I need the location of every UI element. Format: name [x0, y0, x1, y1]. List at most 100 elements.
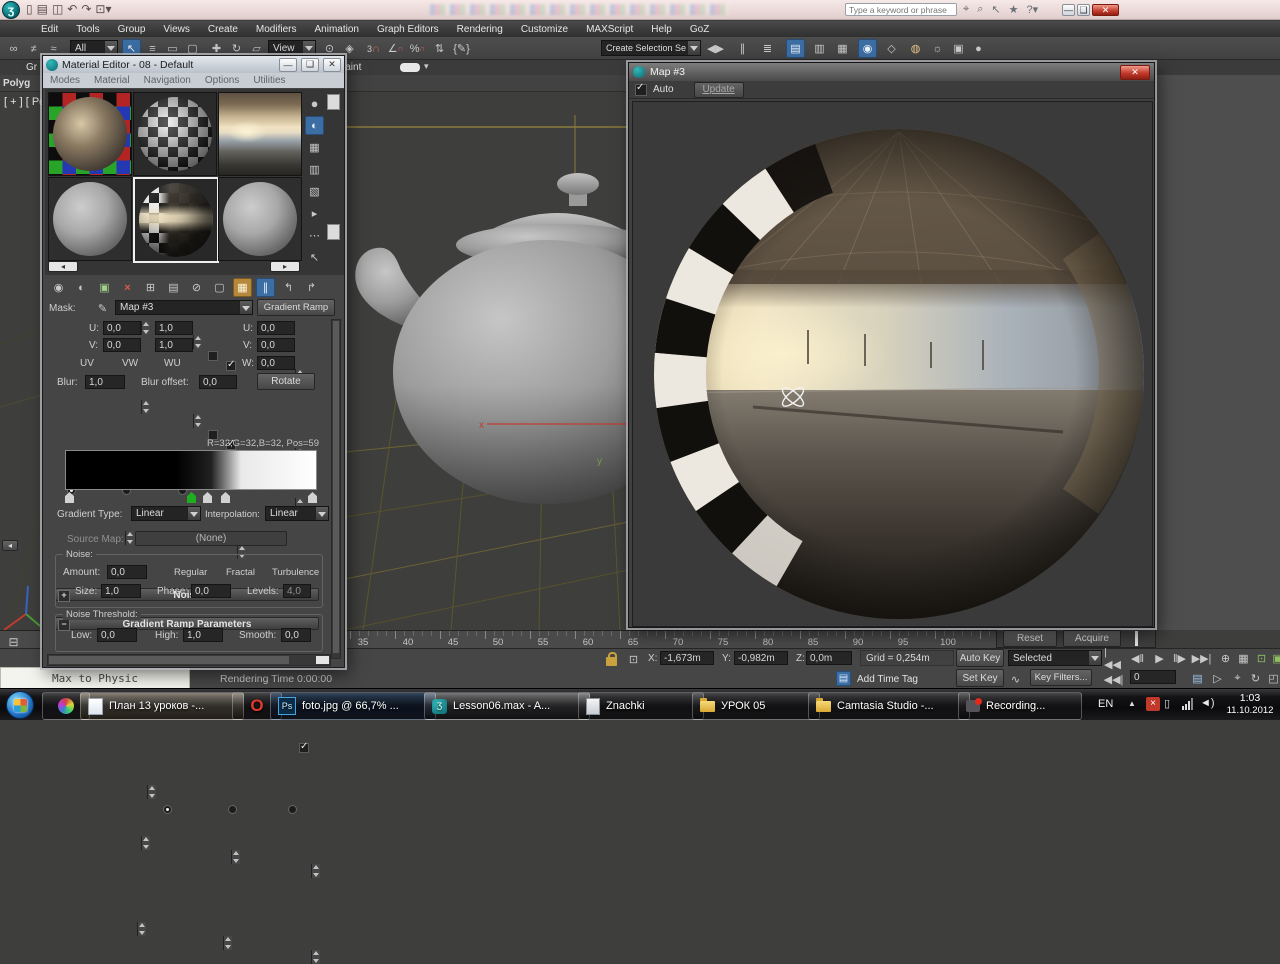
scrollbar-end-block[interactable]	[316, 656, 329, 664]
spinner[interactable]	[141, 400, 150, 414]
fractal-radio[interactable]	[228, 805, 238, 814]
dropdown-arrow-icon[interactable]	[104, 41, 117, 55]
spinner[interactable]	[311, 864, 320, 878]
rotate-button[interactable]: Rotate	[257, 373, 315, 390]
absolute-mode-icon[interactable]: ⊡	[624, 650, 643, 669]
make-preview-icon[interactable]: ▸	[305, 204, 324, 223]
menu-views[interactable]: Views	[154, 23, 199, 36]
high-field[interactable]: 1,0	[183, 628, 223, 642]
update-button[interactable]: Update	[693, 81, 744, 98]
previous-frame-icon[interactable]: ◀‖	[1128, 649, 1147, 668]
spinner[interactable]	[231, 850, 240, 864]
align-icon[interactable]: ∥	[733, 39, 752, 58]
toggle-ribbon-icon[interactable]: ▦	[833, 39, 852, 58]
selection-lock-icon[interactable]	[606, 652, 617, 666]
spinner[interactable]	[193, 414, 202, 428]
spinner[interactable]	[125, 531, 134, 545]
selection-set-dropdown[interactable]: Selected	[1008, 650, 1102, 666]
sample-ui-scroll-up[interactable]	[327, 94, 340, 110]
u-angle-field[interactable]: 0,0	[257, 321, 295, 335]
phase-field[interactable]: 0,0	[191, 584, 231, 598]
manage-layers-icon[interactable]: ≣	[758, 39, 777, 58]
tray-clipboard-icon[interactable]: ▯	[1164, 697, 1170, 710]
acquire-button[interactable]: Acquire	[1063, 629, 1121, 647]
menu-goz[interactable]: GoZ	[681, 23, 718, 36]
tray-clock[interactable]: 1:03 11.10.2012	[1222, 692, 1278, 718]
time-tag-icon[interactable]: ▤	[836, 671, 851, 686]
sample-slot-1[interactable]	[48, 92, 132, 176]
percent-snap-icon[interactable]: % ∩	[408, 39, 427, 58]
ribbon-minimize-pill[interactable]	[400, 63, 420, 72]
interpolation-dropdown[interactable]: Linear	[265, 506, 329, 521]
go-to-end-icon[interactable]: ▶▶|	[1192, 649, 1212, 668]
pan-view-icon[interactable]: ⌖	[1228, 669, 1247, 688]
smooth-field[interactable]: 0,0	[281, 628, 311, 642]
maxscript-listener-icon[interactable]: {✎}	[452, 39, 471, 58]
assign-to-selection-icon[interactable]: ▣	[95, 278, 114, 297]
favorites-star-icon[interactable]: ★	[1009, 3, 1019, 16]
maximize-button[interactable]: ❑	[301, 57, 319, 72]
spinner[interactable]	[147, 785, 156, 799]
v-angle-field[interactable]: 0,0	[257, 338, 295, 352]
close-button[interactable]: ✕	[1120, 64, 1150, 80]
menu-modes[interactable]: Modes	[50, 75, 80, 86]
dropdown-arrow-icon[interactable]	[315, 507, 328, 520]
isolate-selection-icon[interactable]: ▷	[1208, 669, 1227, 688]
put-to-library-icon[interactable]: ▤	[164, 278, 183, 297]
toggle-scene-explorer-icon[interactable]: ▤	[786, 39, 805, 58]
source-map-checkbox[interactable]	[299, 741, 309, 753]
turbulence-radio[interactable]	[287, 805, 297, 814]
select-by-material-icon[interactable]: ↖	[305, 248, 324, 267]
spinner-snap-icon[interactable]: ⇅	[430, 39, 449, 58]
redo-icon[interactable]: ↷	[81, 2, 91, 16]
named-selection-sets-dropdown[interactable]: Create Selection Se	[601, 40, 701, 56]
material-id-channel-icon[interactable]: ⊘	[187, 278, 206, 297]
time-slider-handle[interactable]	[1135, 630, 1138, 646]
ribbon-pill-arrow-icon[interactable]: ▾	[424, 61, 429, 72]
map-window-titlebar[interactable]: Map #3 ✕	[629, 63, 1154, 81]
dropdown-arrow-icon[interactable]	[687, 41, 700, 55]
spinner[interactable]	[193, 335, 202, 349]
material-editor-titlebar[interactable]: Material Editor - 08 - Default — ❑ ✕	[43, 56, 344, 73]
go-to-parent-icon[interactable]: ↰	[279, 278, 298, 297]
max-to-physic-button[interactable]: Max to Physic	[0, 667, 190, 689]
map-preview-area[interactable]	[632, 101, 1153, 627]
auto-update-checkbox[interactable]	[635, 82, 647, 96]
set-key-button[interactable]: Set Key	[956, 669, 1004, 687]
undo-icon[interactable]: ↶	[67, 2, 77, 16]
reset-button[interactable]: Reset	[1003, 629, 1057, 647]
tray-antivirus-icon[interactable]: ×	[1146, 697, 1160, 711]
workspace-dropdown-icon[interactable]: ⊡▾	[95, 2, 111, 16]
get-material-icon[interactable]: ◉	[49, 278, 68, 297]
scrollbar-thumb[interactable]	[333, 321, 339, 653]
key-filters-curve-icon[interactable]: ∿	[1006, 670, 1025, 689]
gradient-marker[interactable]	[203, 492, 212, 503]
mirror-u-checkbox[interactable]	[208, 351, 218, 361]
z-coordinate-field[interactable]: 0,0m	[806, 651, 852, 665]
gradient-marker[interactable]	[221, 492, 230, 503]
taskbar-3dsmax-button[interactable]: ʒ Lesson06.max - A...	[424, 692, 590, 720]
current-frame-field[interactable]: 0	[1130, 670, 1176, 684]
material-editor-icon[interactable]: ◍	[906, 39, 925, 58]
make-unique-icon[interactable]: ⊞	[141, 278, 160, 297]
gradient-ramp-bar[interactable]	[65, 450, 317, 490]
slot-scroll-right-button[interactable]: ▸	[270, 261, 300, 272]
tray-language[interactable]: EN	[1098, 698, 1113, 710]
menu-graph-editors[interactable]: Graph Editors	[368, 23, 448, 36]
source-map-button[interactable]: (None)	[135, 531, 287, 546]
menu-modifiers[interactable]: Modifiers	[247, 23, 306, 36]
schematic-view-icon[interactable]: ◇	[882, 39, 901, 58]
unlink-selection-icon[interactable]: ≠	[24, 39, 43, 58]
options-icon[interactable]: ⋯	[305, 226, 324, 245]
go-forward-to-sibling-icon[interactable]: ↱	[302, 278, 321, 297]
show-background-icon[interactable]: ▢	[210, 278, 229, 297]
taskbar-recording-button[interactable]: Recording...	[958, 692, 1082, 720]
parameters-vertical-scrollbar[interactable]	[331, 319, 341, 659]
selection-filter-dropdown[interactable]: All	[70, 40, 118, 56]
toggle-layer-explorer-icon[interactable]: ▥	[810, 39, 829, 58]
taskbar-notepad-button[interactable]: План 13 уроков -...	[80, 692, 244, 720]
spinner[interactable]	[141, 321, 150, 335]
parameters-horizontal-scrollbar[interactable]	[47, 654, 331, 666]
go-to-frame-start-icon[interactable]: ◀◀|	[1104, 670, 1124, 689]
key-filters-button[interactable]: Key Filters...	[1030, 669, 1092, 686]
